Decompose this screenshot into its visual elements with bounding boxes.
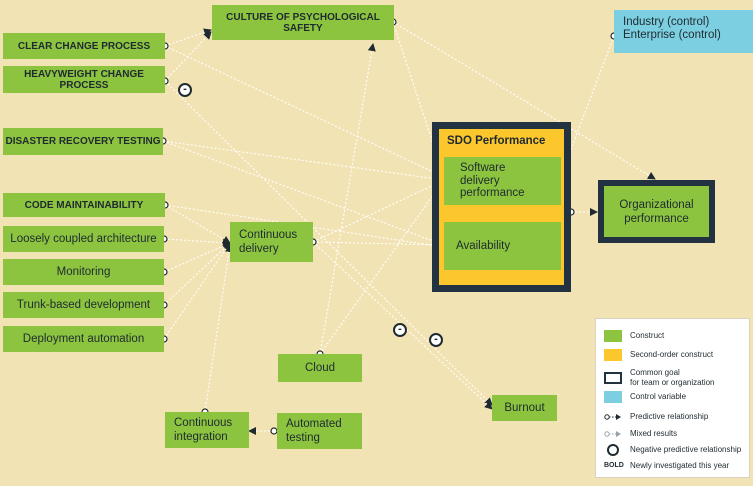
legend-bold: BOLD Newly investigated this year	[604, 461, 730, 470]
deployment-automation-node: Deployment automation	[3, 326, 164, 352]
continuous-delivery-node: Continuous delivery	[230, 222, 313, 262]
edge-clear-change-sdp	[164, 45, 445, 178]
bold-key: BOLD	[604, 462, 624, 469]
burnout-label: Burnout	[504, 402, 545, 414]
second-order-swatch	[604, 349, 622, 361]
legend-predictive: Predictive relationship	[604, 411, 708, 423]
burnout-node: Burnout	[492, 395, 557, 421]
legend-mixed: Mixed results	[604, 428, 677, 440]
organizational-line1: Organizational	[619, 198, 694, 211]
control-variables: Industry (control) Enterprise (control)	[614, 10, 753, 53]
loosely-coupled-label: Loosely coupled architecture	[10, 233, 157, 245]
legend-negative: Negative predictive relationship	[604, 444, 741, 456]
construct-swatch	[604, 330, 622, 342]
edge-disaster-sdp	[162, 140, 445, 183]
sdo-performance-title: SDO Performance	[447, 135, 546, 147]
legend: Construct Second-order construct Common …	[595, 318, 750, 478]
culture-label: CULTURE OF PSYCHOLOGICAL SAFETY	[226, 11, 380, 34]
organizational-performance-node: Organizational performance	[604, 186, 709, 237]
continuous-delivery-line2: delivery	[239, 243, 279, 255]
legend-construct: Construct	[604, 330, 664, 342]
edge-monitoring-cd	[163, 242, 231, 273]
cloud-label: Cloud	[304, 362, 336, 374]
software-delivery-line3: performance	[460, 187, 525, 200]
negative-marker-icon: -	[178, 83, 192, 97]
negative-legend-icon	[607, 444, 619, 456]
predictive-arrow-icon	[604, 414, 621, 420]
organizational-line2: performance	[624, 212, 689, 225]
automated-testing-node: Automated testing	[277, 413, 362, 449]
heavyweight-change-node: HEAVYWEIGHT CHANGE PROCESS	[3, 66, 165, 93]
control-swatch	[604, 391, 622, 403]
monitoring-node: Monitoring	[3, 259, 164, 285]
edge-ci-cd	[204, 244, 233, 413]
continuous-integration-line2: integration	[174, 431, 228, 443]
continuous-integration-node: Continuous integration	[165, 412, 249, 448]
edge-trunk-cd	[163, 242, 231, 306]
disaster-recovery-node: DISASTER RECOVERY TESTING	[3, 128, 163, 155]
negative-marker-icon: -	[429, 333, 443, 347]
availability-label: Availability	[456, 240, 511, 252]
legend-second-order: Second-order construct	[604, 349, 713, 361]
software-delivery-line2: delivery	[460, 174, 500, 187]
negative-marker-icon: -	[393, 323, 407, 337]
edge-clear-change-culture	[164, 28, 212, 47]
continuous-delivery-line1: Continuous	[239, 229, 298, 241]
automated-testing-line2: testing	[286, 432, 320, 444]
edge-cd-availability	[312, 240, 445, 249]
mixed-arrow-icon	[604, 431, 621, 437]
legend-control: Control variable	[604, 391, 686, 403]
cloud-node: Cloud	[278, 354, 362, 382]
edge-cloud-culture	[319, 43, 376, 355]
software-delivery-line1: Software	[460, 162, 506, 175]
monitoring-label: Monitoring	[56, 266, 111, 278]
edge-loosely-cd	[163, 238, 231, 247]
loosely-coupled-node: Loosely coupled architecture	[3, 226, 164, 252]
control-enterprise: Enterprise (control)	[623, 29, 721, 41]
common-goal-swatch	[604, 372, 622, 384]
edge-cd-sdp	[312, 179, 445, 243]
deployment-automation-label: Deployment automation	[22, 333, 145, 345]
code-maintainability-node: CODE MAINTAINABILITY	[3, 193, 165, 217]
trunk-based-node: Trunk-based development	[3, 292, 164, 318]
code-maintainability-label: CODE MAINTAINABILITY	[24, 199, 144, 211]
heavyweight-change-label: HEAVYWEIGHT CHANGE PROCESS	[24, 68, 144, 91]
culture-node: CULTURE OF PSYCHOLOGICAL SAFETY	[212, 5, 394, 40]
automated-testing-line1: Automated	[286, 418, 342, 430]
clear-change-node: CLEAR CHANGE PROCESS	[3, 33, 165, 59]
edge-heavyweight-culture	[164, 31, 212, 82]
availability-node: Availability	[444, 222, 561, 270]
edge-code-cd	[164, 204, 231, 244]
legend-common-goal: Common goal for team or organization	[604, 368, 715, 388]
trunk-based-label: Trunk-based development	[16, 299, 151, 311]
disaster-recovery-label: DISASTER RECOVERY TESTING	[5, 136, 161, 147]
edge-cloud-sdp	[319, 179, 445, 355]
continuous-integration-line1: Continuous	[174, 417, 233, 429]
software-delivery-node: Software delivery performance	[444, 157, 561, 205]
clear-change-label: CLEAR CHANGE PROCESS	[17, 40, 151, 52]
control-industry: Industry (control)	[623, 16, 710, 28]
